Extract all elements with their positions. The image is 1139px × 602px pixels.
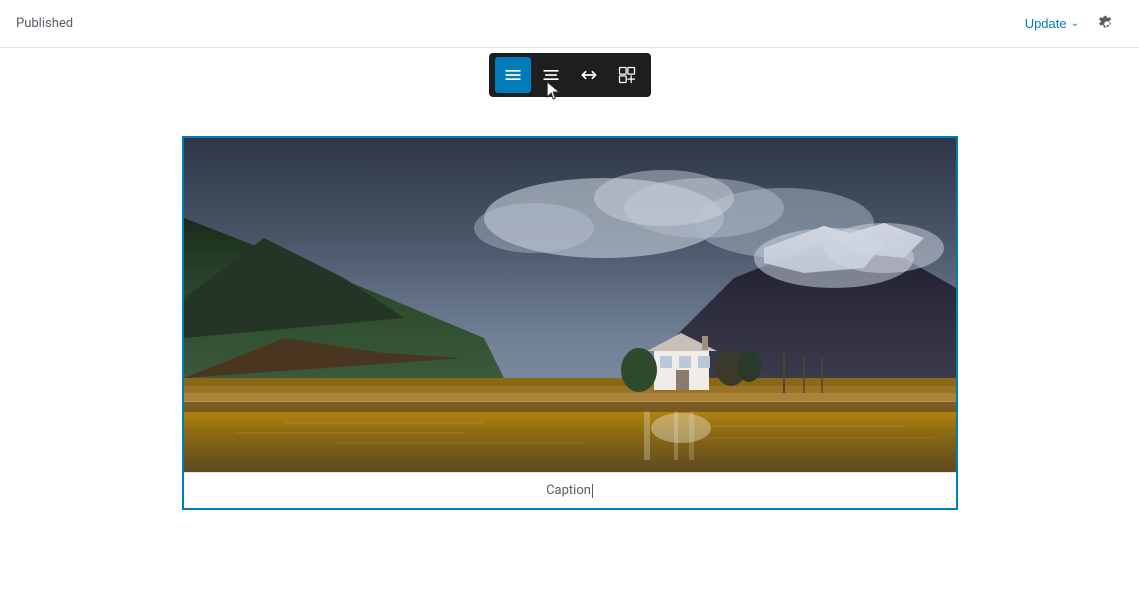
top-bar-actions: Update ⌄ bbox=[1025, 8, 1123, 40]
update-button[interactable]: Update ⌄ bbox=[1025, 16, 1079, 31]
align-center-icon bbox=[541, 65, 561, 85]
caption-text: Caption bbox=[546, 483, 593, 498]
settings-button[interactable] bbox=[1091, 8, 1123, 40]
block-options-icon bbox=[617, 65, 637, 85]
image-block-wrapper: Caption bbox=[182, 136, 958, 510]
canvas-area: Caption bbox=[0, 48, 1139, 602]
top-bar: Published Update ⌄ bbox=[0, 0, 1139, 48]
landscape-image bbox=[184, 138, 956, 472]
update-label: Update bbox=[1025, 16, 1067, 31]
resize-button[interactable] bbox=[571, 57, 607, 93]
block-toolbar bbox=[489, 53, 651, 97]
align-full-button[interactable] bbox=[495, 57, 531, 93]
align-center-button[interactable] bbox=[533, 57, 569, 93]
chevron-down-icon: ⌄ bbox=[1071, 18, 1079, 29]
block-options-button[interactable] bbox=[609, 57, 645, 93]
image-block[interactable]: Caption bbox=[182, 136, 958, 510]
published-status: Published bbox=[16, 16, 73, 31]
gear-icon bbox=[1097, 14, 1117, 34]
resize-icon bbox=[579, 65, 599, 85]
align-full-icon bbox=[503, 65, 523, 85]
caption-area[interactable]: Caption bbox=[184, 472, 956, 508]
